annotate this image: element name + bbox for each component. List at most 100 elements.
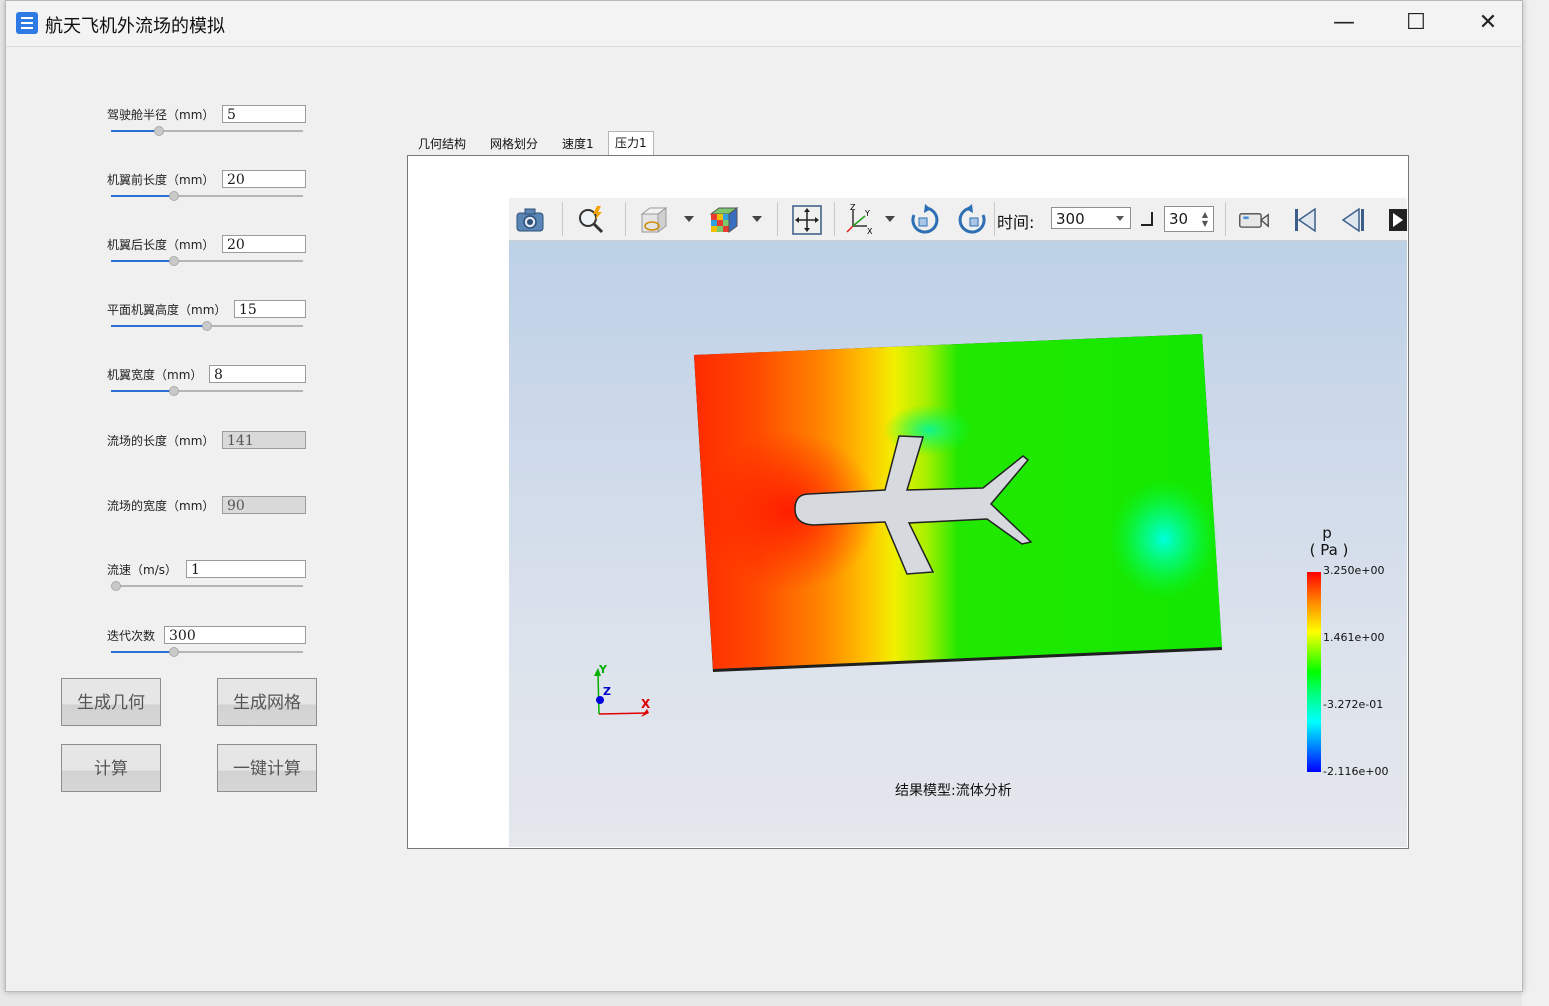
- legend-tick-min: -2.116e+00: [1323, 765, 1389, 778]
- chevron-down-icon[interactable]: [885, 216, 895, 222]
- param-slider[interactable]: [111, 580, 303, 592]
- legend-tick-max: 3.250e+00: [1323, 564, 1385, 577]
- next-frame-icon[interactable]: [1385, 204, 1407, 236]
- toolbar-separator: [777, 202, 778, 236]
- slider-handle[interactable]: [154, 126, 164, 136]
- axes-orient-icon[interactable]: Z Y X: [843, 204, 875, 236]
- param-label: 机翼宽度（mm）: [107, 368, 203, 382]
- param-input[interactable]: 8: [209, 365, 306, 383]
- axis-x-label: X: [641, 697, 651, 711]
- axis-y-label: Y: [598, 663, 608, 676]
- slider-fill: [111, 390, 175, 392]
- slider-fill: [111, 651, 175, 653]
- one-click-compute-button[interactable]: 一键计算: [217, 744, 317, 792]
- param-label: 流场的宽度（mm）: [107, 499, 215, 513]
- param-label: 迭代次数: [107, 629, 156, 643]
- param-label: 驾驶舱半径（mm）: [107, 108, 215, 122]
- slider-handle[interactable]: [169, 256, 180, 266]
- param-slider[interactable]: [111, 190, 303, 202]
- generate-mesh-button[interactable]: 生成网格: [217, 678, 317, 726]
- legend-tick-2: 1.461e+00: [1323, 631, 1385, 644]
- step-spinbox-value: 30: [1169, 210, 1189, 228]
- 3d-viewport[interactable]: X Y Z p ( Pa ) 3.250e+00 1.461e+00 -3.27…: [509, 198, 1407, 847]
- chevron-down-icon[interactable]: [684, 216, 694, 222]
- step-checkbox[interactable]: [1141, 212, 1153, 226]
- slider-handle[interactable]: [169, 191, 180, 201]
- step-spinbox[interactable]: 30 ▲ ▼: [1164, 206, 1214, 232]
- rotate-cw-icon[interactable]: [909, 204, 941, 236]
- toolbar-separator: [625, 202, 626, 236]
- param-input[interactable]: 1: [186, 560, 306, 578]
- slider-fill: [111, 325, 207, 327]
- zoom-icon[interactable]: [575, 204, 607, 236]
- first-frame-icon[interactable]: [1289, 204, 1321, 236]
- param-label: 流场的长度（mm）: [107, 434, 215, 448]
- window-title: 航天飞机外流场的模拟: [45, 16, 225, 37]
- compute-button[interactable]: 计算: [61, 744, 161, 792]
- app-window: 航天飞机外流场的模拟 — ☐ ✕ 驾驶舱半径（mm） 5 机翼前长度（mm） 20 机翼…: [5, 0, 1523, 992]
- param-slider[interactable]: [111, 320, 303, 332]
- slider-track: [111, 585, 303, 587]
- tab-mesh[interactable]: 网格划分: [490, 133, 538, 155]
- tab-velocity[interactable]: 速度1: [562, 133, 594, 155]
- tab-content: X Y Z p ( Pa ) 3.250e+00 1.461e+00 -3.27…: [407, 155, 1409, 849]
- display-mode-icon[interactable]: [638, 204, 670, 236]
- param-label: 机翼前长度（mm）: [107, 173, 215, 187]
- legend-color-bar: [1307, 572, 1321, 772]
- chevron-down-icon: [1116, 216, 1124, 221]
- param-slider[interactable]: [111, 255, 303, 267]
- slider-fill: [111, 195, 175, 197]
- slider-handle[interactable]: [169, 386, 180, 396]
- param-label: 机翼后长度（mm）: [107, 238, 215, 252]
- slider-handle[interactable]: [111, 581, 121, 591]
- toolbar-separator: [1225, 202, 1226, 236]
- param-label: 流速（m/s）: [107, 563, 177, 577]
- param-input[interactable]: 15: [234, 300, 306, 318]
- app-icon: [16, 12, 38, 34]
- param-input: 90: [222, 496, 306, 514]
- video-icon[interactable]: [1238, 204, 1270, 236]
- param-input: 141: [222, 431, 306, 449]
- slider-fill: [111, 130, 159, 132]
- axis-z-label: Z: [603, 685, 611, 698]
- minimize-button[interactable]: —: [1309, 1, 1379, 45]
- param-slider[interactable]: [111, 646, 303, 658]
- param-input[interactable]: 5: [222, 105, 306, 123]
- generate-geometry-button[interactable]: 生成几何: [61, 678, 161, 726]
- fit-view-icon[interactable]: [791, 204, 823, 236]
- slider-handle[interactable]: [202, 321, 212, 331]
- spin-arrows-icon[interactable]: ▲ ▼: [1202, 210, 1208, 228]
- color-cube-icon[interactable]: [707, 204, 739, 236]
- legend-tick-3: -3.272e-01: [1323, 698, 1384, 711]
- tab-geometry[interactable]: 几何结构: [418, 133, 466, 155]
- desktop-background: [1522, 0, 1549, 1006]
- toolbar-separator: [994, 202, 995, 236]
- legend-unit: ( Pa ): [1309, 541, 1349, 559]
- toolbar-separator: [562, 202, 563, 236]
- svg-text:X: X: [867, 227, 873, 236]
- param-label: 平面机翼高度（mm）: [107, 303, 227, 317]
- param-input[interactable]: 20: [222, 170, 306, 188]
- viewport-toolbar: Z Y X 时间: 300 30 ▲ ▼: [509, 198, 1407, 241]
- svg-text:Z: Z: [850, 204, 856, 212]
- chevron-down-icon[interactable]: [752, 216, 762, 222]
- prev-frame-icon[interactable]: [1337, 204, 1369, 236]
- param-input[interactable]: 20: [222, 235, 306, 253]
- camera-icon[interactable]: [514, 204, 546, 236]
- time-label: 时间:: [997, 213, 1035, 232]
- tab-pressure[interactable]: 压力1: [608, 131, 654, 156]
- param-input[interactable]: 300: [164, 626, 306, 644]
- result-model-caption: 结果模型:流体分析: [895, 783, 1012, 799]
- rotate-ccw-icon[interactable]: [956, 204, 988, 236]
- pressure-field-render: X Y Z: [594, 334, 1222, 717]
- maximize-button[interactable]: ☐: [1381, 1, 1451, 45]
- param-slider[interactable]: [111, 125, 303, 137]
- toolbar-separator: [834, 202, 835, 236]
- title-bar[interactable]: 航天飞机外流场的模拟 — ☐ ✕: [6, 1, 1522, 45]
- time-select[interactable]: 300: [1051, 207, 1131, 229]
- slider-handle[interactable]: [169, 647, 180, 657]
- close-button[interactable]: ✕: [1453, 1, 1523, 45]
- client-area: 驾驶舱半径（mm） 5 机翼前长度（mm） 20 机翼后长度（mm） 20 平面机翼高度（m…: [6, 46, 1521, 991]
- legend-title: p: [1322, 524, 1332, 542]
- param-slider[interactable]: [111, 385, 303, 397]
